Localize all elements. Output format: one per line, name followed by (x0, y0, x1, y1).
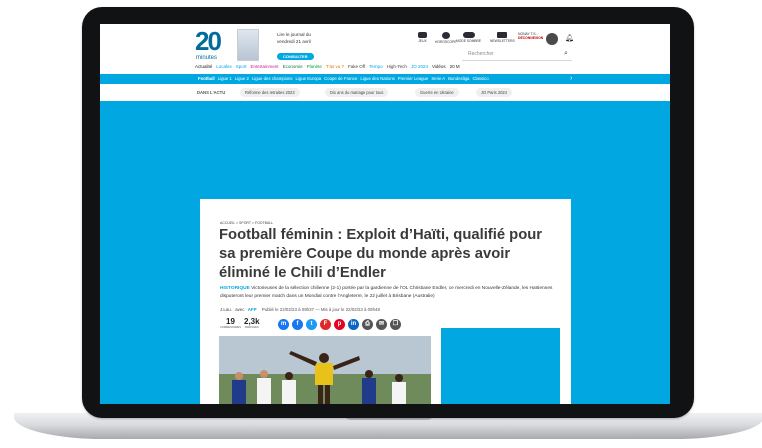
header-item-label: NEWSLETTERS (490, 39, 515, 43)
nav-item[interactable]: T'as vu ? (326, 64, 344, 69)
search-bar[interactable]: Rechercher ⌕ (462, 50, 572, 61)
bell-icon[interactable]: 🔔︎ (565, 34, 574, 42)
celebrating-players-image (219, 336, 431, 404)
subnav-item[interactable]: Ligue 1 (218, 76, 232, 81)
subnav-item[interactable]: Premier League (398, 76, 429, 81)
journal-promo[interactable]: Lire le journal du vendredi 21 avril CON… (237, 29, 321, 62)
nav-item[interactable]: Tempo (369, 64, 383, 69)
actu-pill[interactable]: Réforme des retraites 2023 (240, 88, 300, 97)
twitter-icon[interactable]: t (306, 319, 317, 330)
mode-sombre-icon (462, 32, 475, 38)
subnav-item[interactable]: Ligue 2 (235, 76, 249, 81)
nav-item[interactable]: Locales (216, 64, 232, 69)
nav-item[interactable]: Sport (236, 64, 247, 69)
logout-link[interactable]: DÉCONNEXION (518, 36, 548, 40)
print-icon[interactable]: ⎙ (362, 319, 373, 330)
email-icon[interactable]: ✉ (376, 319, 387, 330)
article-card: ACCUEIL > SPORT > FOOTBALL Football fémi… (200, 199, 571, 404)
article-byline: J.Lau. avec AFP Publié le 22/02/23 à 09h… (220, 307, 380, 312)
journal-thumbnail (237, 29, 259, 61)
agency-name: AFP (247, 307, 257, 312)
bookmark-icon[interactable]: ❐ (390, 319, 401, 330)
header-item-label: JEUX (418, 39, 427, 43)
site-logo[interactable]: 20 minutes (195, 26, 230, 62)
nav-item[interactable]: Economie (283, 64, 303, 69)
subnav-item[interactable]: Bundesliga (448, 76, 469, 81)
site-header: 20 minutes Lire le journal du vendredi 2… (100, 24, 670, 74)
article-summary: HISTORIQUE Victorieuses de la sélection … (220, 285, 570, 301)
flipboard-icon[interactable]: F (320, 319, 331, 330)
author-with: avec (235, 307, 245, 312)
sport-subnav: Football Ligue 1 Ligue 2 Ligue des champion… (100, 74, 670, 84)
dans-lactu-bar: DANS L'ACTU Réforme des retraites 2023 D… (100, 86, 670, 100)
newsletters-icon (497, 32, 508, 38)
actu-pill[interactable]: Dix ans du mariage pour tous (325, 88, 389, 97)
promo-line-1: Lire le journal du (277, 32, 311, 37)
share-bar: 19 COMMENTAIRES 2,3k PARTAGES m f t Fp in ⎙ ✉ ❐ (220, 317, 435, 333)
account-menu[interactable]: NONAY T.S... DÉCONNEXION (518, 32, 548, 46)
dans-lactu-label: DANS L'ACTU (197, 90, 226, 95)
nav-item[interactable]: Fake Off (348, 64, 365, 69)
logo-number: 20 (195, 26, 222, 56)
nav-item[interactable]: Vidéos (432, 64, 446, 69)
subnav-item[interactable]: Ligue des Nations (360, 76, 394, 81)
nav-item[interactable]: Actualité (195, 64, 212, 69)
search-input[interactable]: Rechercher (468, 51, 494, 57)
nav-item[interactable]: 20 M (450, 64, 460, 69)
article-kicker: HISTORIQUE (220, 286, 250, 291)
pinterest-icon[interactable]: p (334, 319, 345, 330)
nav-item[interactable]: Entertainment (251, 64, 279, 69)
facebook-icon[interactable]: f (292, 319, 303, 330)
actu-pill[interactable]: JO Paris 2024 (476, 88, 512, 97)
subnav-item[interactable]: Serie A (431, 76, 445, 81)
header-item-horoscope[interactable]: HOROSCOPE (435, 32, 456, 44)
search-icon[interactable]: ⌕ (564, 50, 568, 58)
avatar[interactable] (546, 33, 558, 45)
header-item-jeux[interactable]: JEUX (418, 32, 427, 43)
advertisement-slot[interactable] (441, 328, 560, 404)
actu-pill[interactable]: Guerre en Ukraine (415, 88, 459, 97)
linkedin-icon[interactable]: in (348, 319, 359, 330)
nav-item[interactable]: High-Tech (387, 64, 407, 69)
logo-subtitle: minutes (196, 55, 218, 61)
subnav-item[interactable]: Ligue des champions (252, 76, 293, 81)
jeux-icon (418, 32, 427, 38)
nav-item[interactable]: JO 2024 (411, 64, 428, 69)
article-summary-text: Victorieuses de la sélection chilienne (… (220, 286, 553, 299)
consulter-button[interactable]: CONSULTER (277, 53, 314, 60)
shares-value: 2,3k (244, 317, 260, 326)
subnav-item[interactable]: Classico (472, 76, 488, 81)
comments-label: COMMENTAIRES (220, 326, 241, 329)
subnav-item[interactable]: Football (198, 76, 215, 81)
breadcrumb: ACCUEIL > SPORT > FOOTBALL (220, 221, 274, 225)
main-nav: Actualité Locales Sport Entertainment Econom… (195, 64, 575, 74)
header-item-newsletters[interactable]: NEWSLETTERS (490, 32, 515, 43)
header-item-mode-sombre[interactable]: MODE SOMBRE (456, 32, 481, 43)
browser-screen: 20 minutes Lire le journal du vendredi 2… (100, 24, 670, 404)
article-title: Football féminin : Exploit d’Haïti, qual… (219, 227, 543, 281)
author-name[interactable]: J.Lau. (220, 307, 232, 312)
header-item-label: HOROSCOPE (435, 40, 457, 44)
promo-line-2: vendredi 21 avril (277, 39, 311, 44)
chevron-right-icon[interactable]: › (570, 74, 572, 84)
subnav-item[interactable]: Ligue Europa (296, 76, 322, 81)
subnav-item[interactable]: Coupe de France (324, 76, 357, 81)
publication-dates: Publié le 22/02/23 à 09h37 — Mis à jour … (261, 307, 380, 312)
shares-count: 2,3k PARTAGES (244, 317, 260, 329)
comments-value: 19 (226, 317, 235, 326)
subnav-items: Football Ligue 1 Ligue 2 Ligue des champion… (198, 76, 492, 81)
shares-label: PARTAGES (244, 326, 259, 329)
search-underline (462, 60, 572, 61)
header-item-label: MODE SOMBRE (456, 39, 482, 43)
nav-item[interactable]: Planète (307, 64, 322, 69)
messenger-icon[interactable]: m (278, 319, 289, 330)
article-photo[interactable] (219, 336, 431, 404)
horoscope-icon (441, 32, 450, 39)
comments-count[interactable]: 19 COMMENTAIRES (220, 317, 241, 329)
